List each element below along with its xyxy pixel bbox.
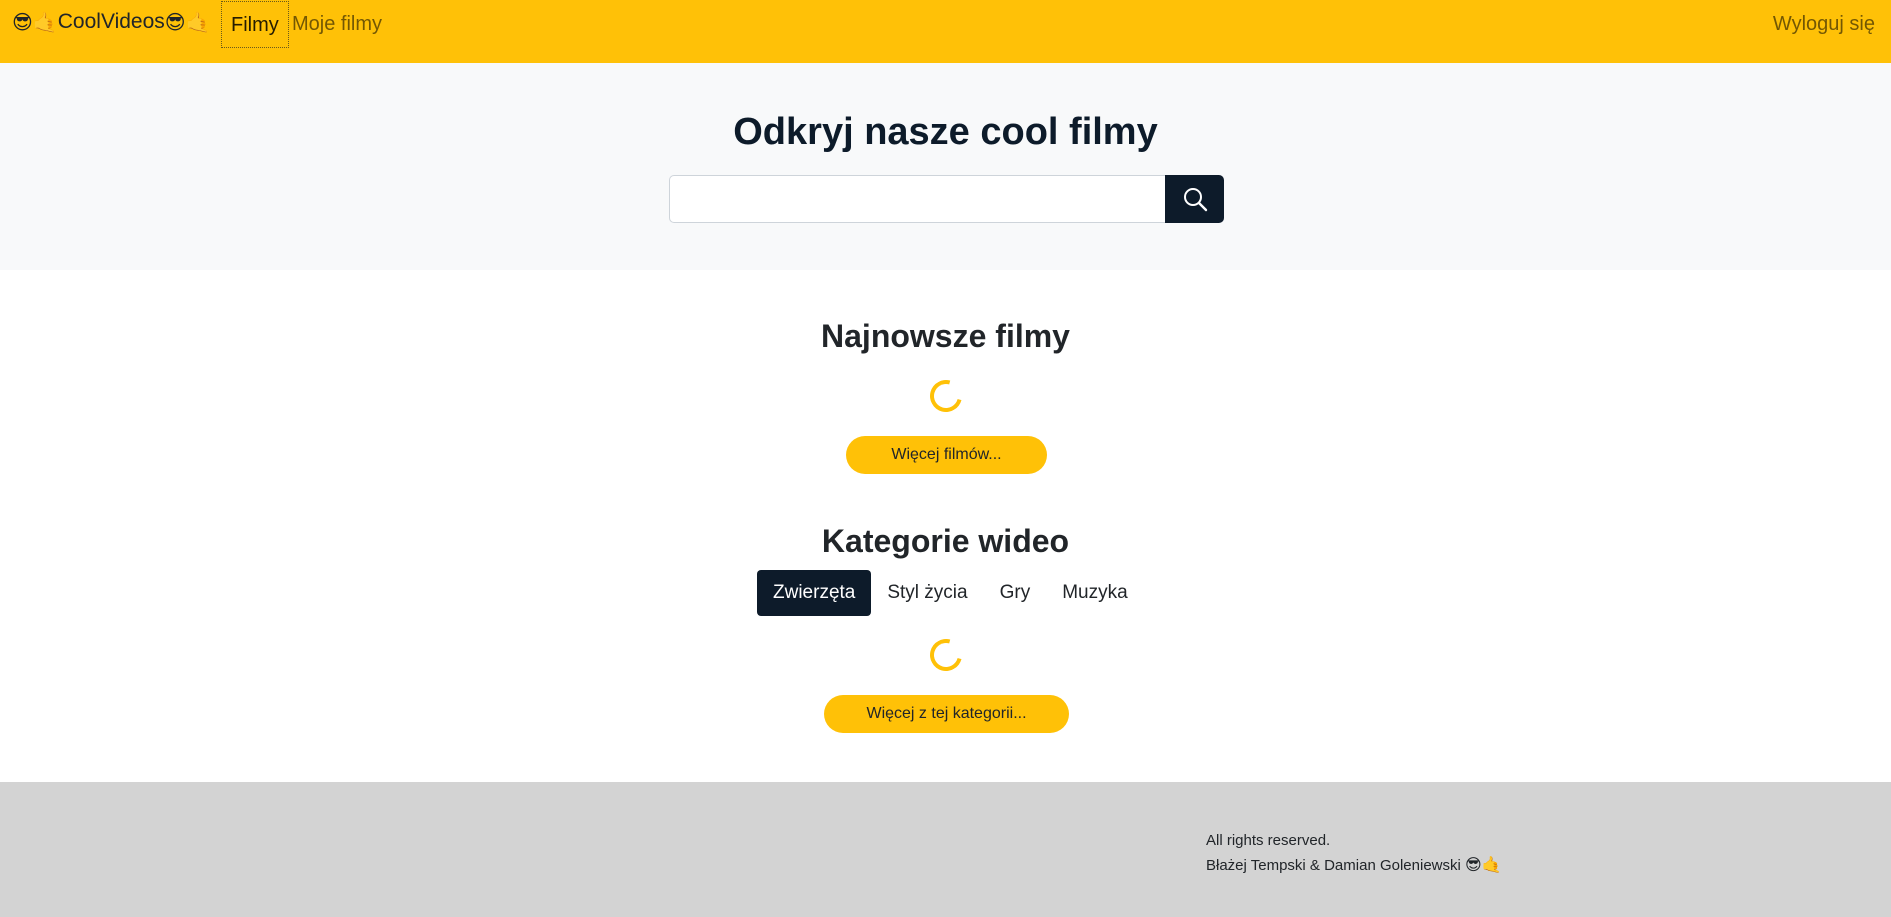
brand-emoji-left: 😎🤙 — [12, 10, 58, 34]
footer: All rights reserved. Błażej Tempski & Da… — [0, 782, 1891, 917]
search-icon — [1182, 186, 1208, 212]
tab-muzyka[interactable]: Muzyka — [1046, 570, 1143, 616]
brand-logo[interactable]: 😎🤙 CoolVideos 😎🤙 — [12, 10, 211, 34]
categories-title: Kategorie wideo — [821, 523, 1070, 559]
tab-gry[interactable]: Gry — [984, 570, 1047, 616]
hero-title: Odkryj nasze cool filmy — [733, 111, 1158, 153]
category-tabs: Zwierzęta Styl życia Gry Muzyka — [757, 570, 1144, 616]
search-bar — [669, 175, 1224, 223]
tab-styl-zycia[interactable]: Styl życia — [871, 570, 983, 616]
nav-link-filmy[interactable]: Filmy — [221, 1, 289, 48]
brand-emoji-right: 😎🤙 — [164, 10, 211, 34]
hero-section: Odkryj nasze cool filmy — [0, 63, 1891, 270]
search-button[interactable] — [1165, 175, 1224, 223]
brand-name: CoolVideos — [57, 10, 165, 33]
footer-authors: Błażej Tempski & Damian Goleniewski — [1206, 857, 1461, 874]
navbar: 😎🤙 CoolVideos 😎🤙 Filmy Moje filmy Wyloguj … — [0, 0, 1891, 63]
logout-link[interactable]: Wyloguj się — [1773, 1, 1875, 48]
loading-spinner-latest — [924, 374, 968, 418]
more-from-category-button[interactable]: Więcej z tej kategorii... — [824, 695, 1069, 733]
loading-spinner-category — [924, 633, 968, 677]
footer-rights: All rights reserved. — [1206, 832, 1331, 849]
latest-videos-title: Najnowsze filmy — [821, 318, 1070, 354]
footer-emoji: 😎🤙 — [1465, 855, 1502, 874]
footer-authors-line: Błażej Tempski & Damian Goleniewski 😎🤙 — [1206, 855, 1502, 874]
more-videos-button[interactable]: Więcej filmów... — [846, 436, 1047, 474]
tab-zwierzeta[interactable]: Zwierzęta — [757, 570, 872, 616]
search-input[interactable] — [669, 175, 1165, 223]
nav-link-moje-filmy[interactable]: Moje filmy — [283, 1, 391, 48]
